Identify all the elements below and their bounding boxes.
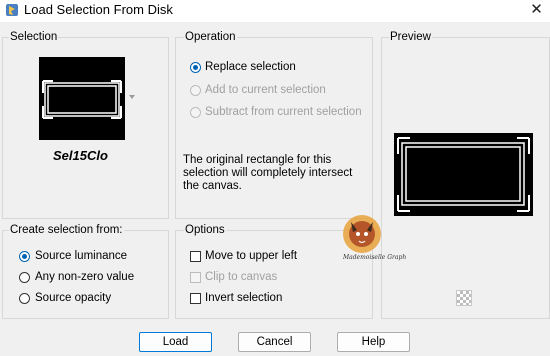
preview-group-label: Preview xyxy=(389,31,432,43)
replace-selection-label[interactable]: Replace selection xyxy=(205,61,296,73)
window-title: Load Selection From Disk xyxy=(24,2,173,17)
source-opacity-label[interactable]: Source opacity xyxy=(35,292,111,304)
subtract-from-current-selection-label[interactable]: Subtract from current selection xyxy=(205,106,362,118)
operation-description: The original rectangle for this selectio… xyxy=(183,154,352,193)
operation-description-line: The original rectangle for this xyxy=(183,154,332,166)
cancel-button[interactable]: Cancel xyxy=(238,332,311,352)
operation-description-line: selection will completely intersect xyxy=(183,167,353,179)
clip-to-canvas-label[interactable]: Clip to canvas xyxy=(205,271,277,283)
source-opacity-radio[interactable] xyxy=(19,293,30,304)
selection-group-label: Selection xyxy=(9,31,59,43)
preview-image xyxy=(394,133,533,216)
selection-thumbnail-image xyxy=(42,80,122,119)
clip-to-canvas-checkbox[interactable] xyxy=(190,272,201,283)
move-to-upper-left-checkbox[interactable] xyxy=(190,251,201,262)
help-button[interactable]: Help xyxy=(337,332,410,352)
invert-selection-checkbox[interactable] xyxy=(190,293,201,304)
replace-selection-radio[interactable] xyxy=(190,62,201,73)
checker-icon[interactable] xyxy=(456,290,472,306)
add-to-current-selection-label[interactable]: Add to current selection xyxy=(205,84,326,96)
move-to-upper-left-label[interactable]: Move to upper left xyxy=(205,250,297,262)
load-button[interactable]: Load xyxy=(139,332,212,352)
watermark-signature: Mademoiselle Graph xyxy=(343,254,407,261)
any-non-zero-value-label[interactable]: Any non-zero value xyxy=(35,271,134,283)
chevron-down-icon[interactable] xyxy=(129,95,135,99)
add-to-current-selection-radio[interactable] xyxy=(190,85,201,96)
watermark-logo: Mademoiselle Graph xyxy=(339,212,421,268)
fox-watermark-icon xyxy=(343,215,381,253)
operation-group-label: Operation xyxy=(184,31,237,43)
app-icon xyxy=(6,4,18,16)
selection-preset-name: Sel15Clo xyxy=(53,148,108,163)
title-bar: Load Selection From Disk ✕ xyxy=(0,0,550,22)
subtract-from-current-selection-radio[interactable] xyxy=(190,107,201,118)
selection-thumbnail[interactable] xyxy=(39,57,125,140)
source-luminance-radio[interactable] xyxy=(19,251,30,262)
preview-selection-image xyxy=(397,137,530,212)
create-selection-from-label: Create selection from: xyxy=(9,224,124,236)
any-non-zero-value-radio[interactable] xyxy=(19,272,30,283)
close-button[interactable]: ✕ xyxy=(523,0,550,22)
operation-description-line: the canvas. xyxy=(183,180,242,192)
options-group-label: Options xyxy=(184,224,226,236)
invert-selection-label[interactable]: Invert selection xyxy=(205,292,282,304)
source-luminance-label[interactable]: Source luminance xyxy=(35,250,127,262)
